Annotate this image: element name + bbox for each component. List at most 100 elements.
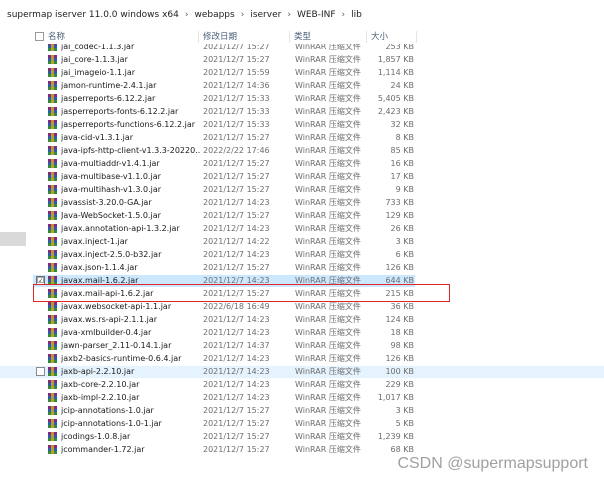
file-row[interactable]: jaxb2-basics-runtime-0.6.4.jar 2021/12/7 … — [0, 353, 604, 365]
file-name[interactable]: javax.websocket-api-1.1.jar — [61, 301, 201, 313]
file-row[interactable]: jcip-annotations-1.0.jar 2021/12/7 15:27 W… — [0, 405, 604, 417]
file-name[interactable]: Java-WebSocket-1.5.0.jar — [61, 210, 201, 222]
file-name[interactable]: jawn-parser_2.11-0.14.1.jar — [61, 340, 201, 352]
file-date: 2021/12/7 14:23 — [203, 250, 270, 259]
file-date: 2021/12/7 15:33 — [203, 107, 270, 116]
header-type[interactable]: 类型 — [294, 30, 311, 44]
file-name[interactable]: jaxb-core-2.2.10.jar — [61, 379, 201, 391]
file-size: 26 KB — [390, 224, 414, 233]
file-row[interactable]: jasperreports-6.12.2.jar 2021/12/7 15:33 W… — [0, 93, 604, 105]
file-date: 2021/12/7 15:33 — [203, 120, 270, 129]
file-size: 215 KB — [385, 289, 414, 298]
file-row[interactable]: java-xmlbuilder-0.4.jar 2021/12/7 14:23 Wi… — [0, 327, 604, 339]
breadcrumb-chevron-icon[interactable]: › — [337, 10, 351, 20]
file-name[interactable]: javax.inject-2.5.0-b32.jar — [61, 249, 201, 261]
file-name[interactable]: jcodings-1.0.8.jar — [61, 431, 201, 443]
file-row[interactable]: java-multihash-v1.3.0.jar 2021/12/7 15:27… — [0, 184, 604, 196]
file-name[interactable]: jai_imageio-1.1.jar — [61, 67, 201, 79]
file-name[interactable]: javax.inject-1.jar — [61, 236, 201, 248]
file-name[interactable]: jai_core-1.1.3.jar — [61, 54, 201, 66]
file-name[interactable]: java-multiaddr-v1.4.1.jar — [61, 158, 201, 170]
file-date: 2021/12/7 15:27 — [203, 159, 270, 168]
file-name[interactable]: javax.annotation-api-1.3.2.jar — [61, 223, 201, 235]
file-date: 2021/12/7 15:27 — [203, 432, 270, 441]
file-row[interactable]: jai_imageio-1.1.jar 2021/12/7 15:59 WinRAR… — [0, 67, 604, 79]
file-row[interactable]: jcommander-1.72.jar 2021/12/7 15:27 WinRAR… — [0, 444, 604, 456]
file-row[interactable]: jai_codec-1.1.3.jar 2021/12/7 15:27 WinRAR… — [0, 44, 604, 53]
file-row[interactable]: javax.inject-1.jar 2021/12/7 14:22 WinRAR … — [0, 236, 604, 248]
file-row[interactable]: java-cid-v1.3.1.jar 2021/12/7 15:27 WinRAR… — [0, 132, 604, 144]
file-name[interactable]: jasperreports-fonts-6.12.2.jar — [61, 106, 201, 118]
file-row[interactable]: javax.mail-api-1.6.2.jar 2021/12/7 15:27 W… — [0, 288, 604, 300]
file-row[interactable]: jaxb-impl-2.2.10.jar 2021/12/7 14:23 WinRA… — [0, 392, 604, 404]
file-row[interactable]: java-multiaddr-v1.4.1.jar 2021/12/7 15:27… — [0, 158, 604, 170]
file-size: 644 KB — [385, 276, 414, 285]
header-date-modified[interactable]: 修改日期 — [203, 30, 237, 44]
breadcrumb-chevron-icon[interactable]: › — [282, 10, 296, 20]
file-name[interactable]: javax.mail-api-1.6.2.jar — [61, 288, 201, 300]
file-row[interactable]: jcip-annotations-1.0-1.jar 2021/12/7 15:2… — [0, 418, 604, 430]
header-size[interactable]: 大小 — [371, 30, 388, 44]
breadcrumb-chevron-icon[interactable]: › — [236, 10, 250, 20]
breadcrumb-item[interactable]: iserver — [249, 8, 282, 22]
breadcrumb-item[interactable]: lib — [350, 8, 363, 22]
file-name[interactable]: javax.json-1.1.4.jar — [61, 262, 201, 274]
file-name[interactable]: jasperreports-6.12.2.jar — [61, 93, 201, 105]
breadcrumb-item[interactable]: supermap iserver 11.0.0 windows x64 — [6, 8, 180, 22]
file-name[interactable]: jaxb2-basics-runtime-0.6.4.jar — [61, 353, 201, 365]
breadcrumb-item[interactable]: WEB-INF — [296, 8, 337, 22]
file-row[interactable]: jamon-runtime-2.4.1.jar 2021/12/7 14:36 Wi… — [0, 80, 604, 92]
file-row[interactable]: jcodings-1.0.8.jar 2021/12/7 15:27 WinRAR … — [0, 431, 604, 443]
select-all-checkbox[interactable] — [35, 32, 44, 41]
file-name[interactable]: jcip-annotations-1.0.jar — [61, 405, 201, 417]
file-row[interactable]: javax.websocket-api-1.1.jar 2022/6/18 16:… — [0, 301, 604, 313]
row-checkbox[interactable] — [36, 367, 45, 376]
file-name[interactable]: jasperreports-functions-6.12.2.jar — [61, 119, 201, 131]
file-name[interactable]: jamon-runtime-2.4.1.jar — [61, 80, 201, 92]
winrar-archive-icon — [48, 367, 57, 376]
file-name[interactable]: javassist-3.20.0-GA.jar — [61, 197, 201, 209]
file-row[interactable]: javax.inject-2.5.0-b32.jar 2021/12/7 14:2… — [0, 249, 604, 261]
file-row[interactable]: jai_core-1.1.3.jar 2021/12/7 15:27 WinRAR … — [0, 54, 604, 66]
file-date: 2021/12/7 15:27 — [203, 263, 270, 272]
address-breadcrumb[interactable]: supermap iserver 11.0.0 windows x64 › weba… — [0, 0, 604, 30]
file-row[interactable]: javassist-3.20.0-GA.jar 2021/12/7 14:23 Wi… — [0, 197, 604, 209]
file-date: 2021/12/7 15:27 — [203, 55, 270, 64]
file-row[interactable]: jasperreports-functions-6.12.2.jar 2021/1… — [0, 119, 604, 131]
file-row[interactable]: jaxb-core-2.2.10.jar 2021/12/7 14:23 WinRA… — [0, 379, 604, 391]
row-checkbox[interactable]: ☑ — [36, 276, 45, 285]
file-name[interactable]: jai_codec-1.1.3.jar — [61, 44, 201, 53]
file-row[interactable]: jaxb-api-2.2.10.jar 2021/12/7 14:23 WinRAR… — [0, 366, 604, 378]
file-row[interactable]: Java-WebSocket-1.5.0.jar 2021/12/7 15:27 W… — [0, 210, 604, 222]
file-name[interactable]: jcip-annotations-1.0-1.jar — [61, 418, 201, 430]
file-name[interactable]: javax.ws.rs-api-2.1.1.jar — [61, 314, 201, 326]
file-date: 2021/12/7 15:27 — [203, 289, 270, 298]
file-row[interactable]: javax.json-1.1.4.jar 2021/12/7 15:27 WinRA… — [0, 262, 604, 274]
file-row[interactable]: javax.ws.rs-api-2.1.1.jar 2021/12/7 14:23… — [0, 314, 604, 326]
file-date: 2022/2/22 17:46 — [203, 146, 270, 155]
file-name[interactable]: java-cid-v1.3.1.jar — [61, 132, 201, 144]
file-name[interactable]: javax.mail-1.6.2.jar — [61, 275, 201, 287]
file-name[interactable]: java-ipfs-http-client-v1.3.3-20220... — [61, 145, 201, 157]
file-date: 2021/12/7 14:36 — [203, 81, 270, 90]
file-row[interactable]: java-multibase-v1.1.0.jar 2021/12/7 15:27… — [0, 171, 604, 183]
file-date: 2021/12/7 15:27 — [203, 133, 270, 142]
file-size: 6 KB — [395, 250, 414, 259]
breadcrumb-chevron-icon[interactable]: › — [180, 10, 194, 20]
file-row[interactable]: jasperreports-fonts-6.12.2.jar 2021/12/7 … — [0, 106, 604, 118]
file-name[interactable]: java-multihash-v1.3.0.jar — [61, 184, 201, 196]
file-row[interactable]: ☑ javax.mail-1.6.2.jar 2021/12/7 14:23 WinR… — [0, 275, 604, 287]
file-name[interactable]: jaxb-api-2.2.10.jar — [61, 366, 201, 378]
winrar-archive-icon — [48, 120, 57, 129]
file-name[interactable]: jcommander-1.72.jar — [61, 444, 201, 456]
file-size: 100 KB — [385, 367, 414, 376]
file-name[interactable]: java-xmlbuilder-0.4.jar — [61, 327, 201, 339]
file-date: 2021/12/7 15:27 — [203, 445, 270, 454]
file-row[interactable]: java-ipfs-http-client-v1.3.3-20220... 202… — [0, 145, 604, 157]
file-row[interactable]: javax.annotation-api-1.3.2.jar 2021/12/7 … — [0, 223, 604, 235]
breadcrumb-item[interactable]: webapps — [193, 8, 235, 22]
header-name[interactable]: 名称 — [48, 30, 65, 44]
file-row[interactable]: jawn-parser_2.11-0.14.1.jar 2021/12/7 14:… — [0, 340, 604, 352]
file-name[interactable]: jaxb-impl-2.2.10.jar — [61, 392, 201, 404]
file-name[interactable]: java-multibase-v1.1.0.jar — [61, 171, 201, 183]
